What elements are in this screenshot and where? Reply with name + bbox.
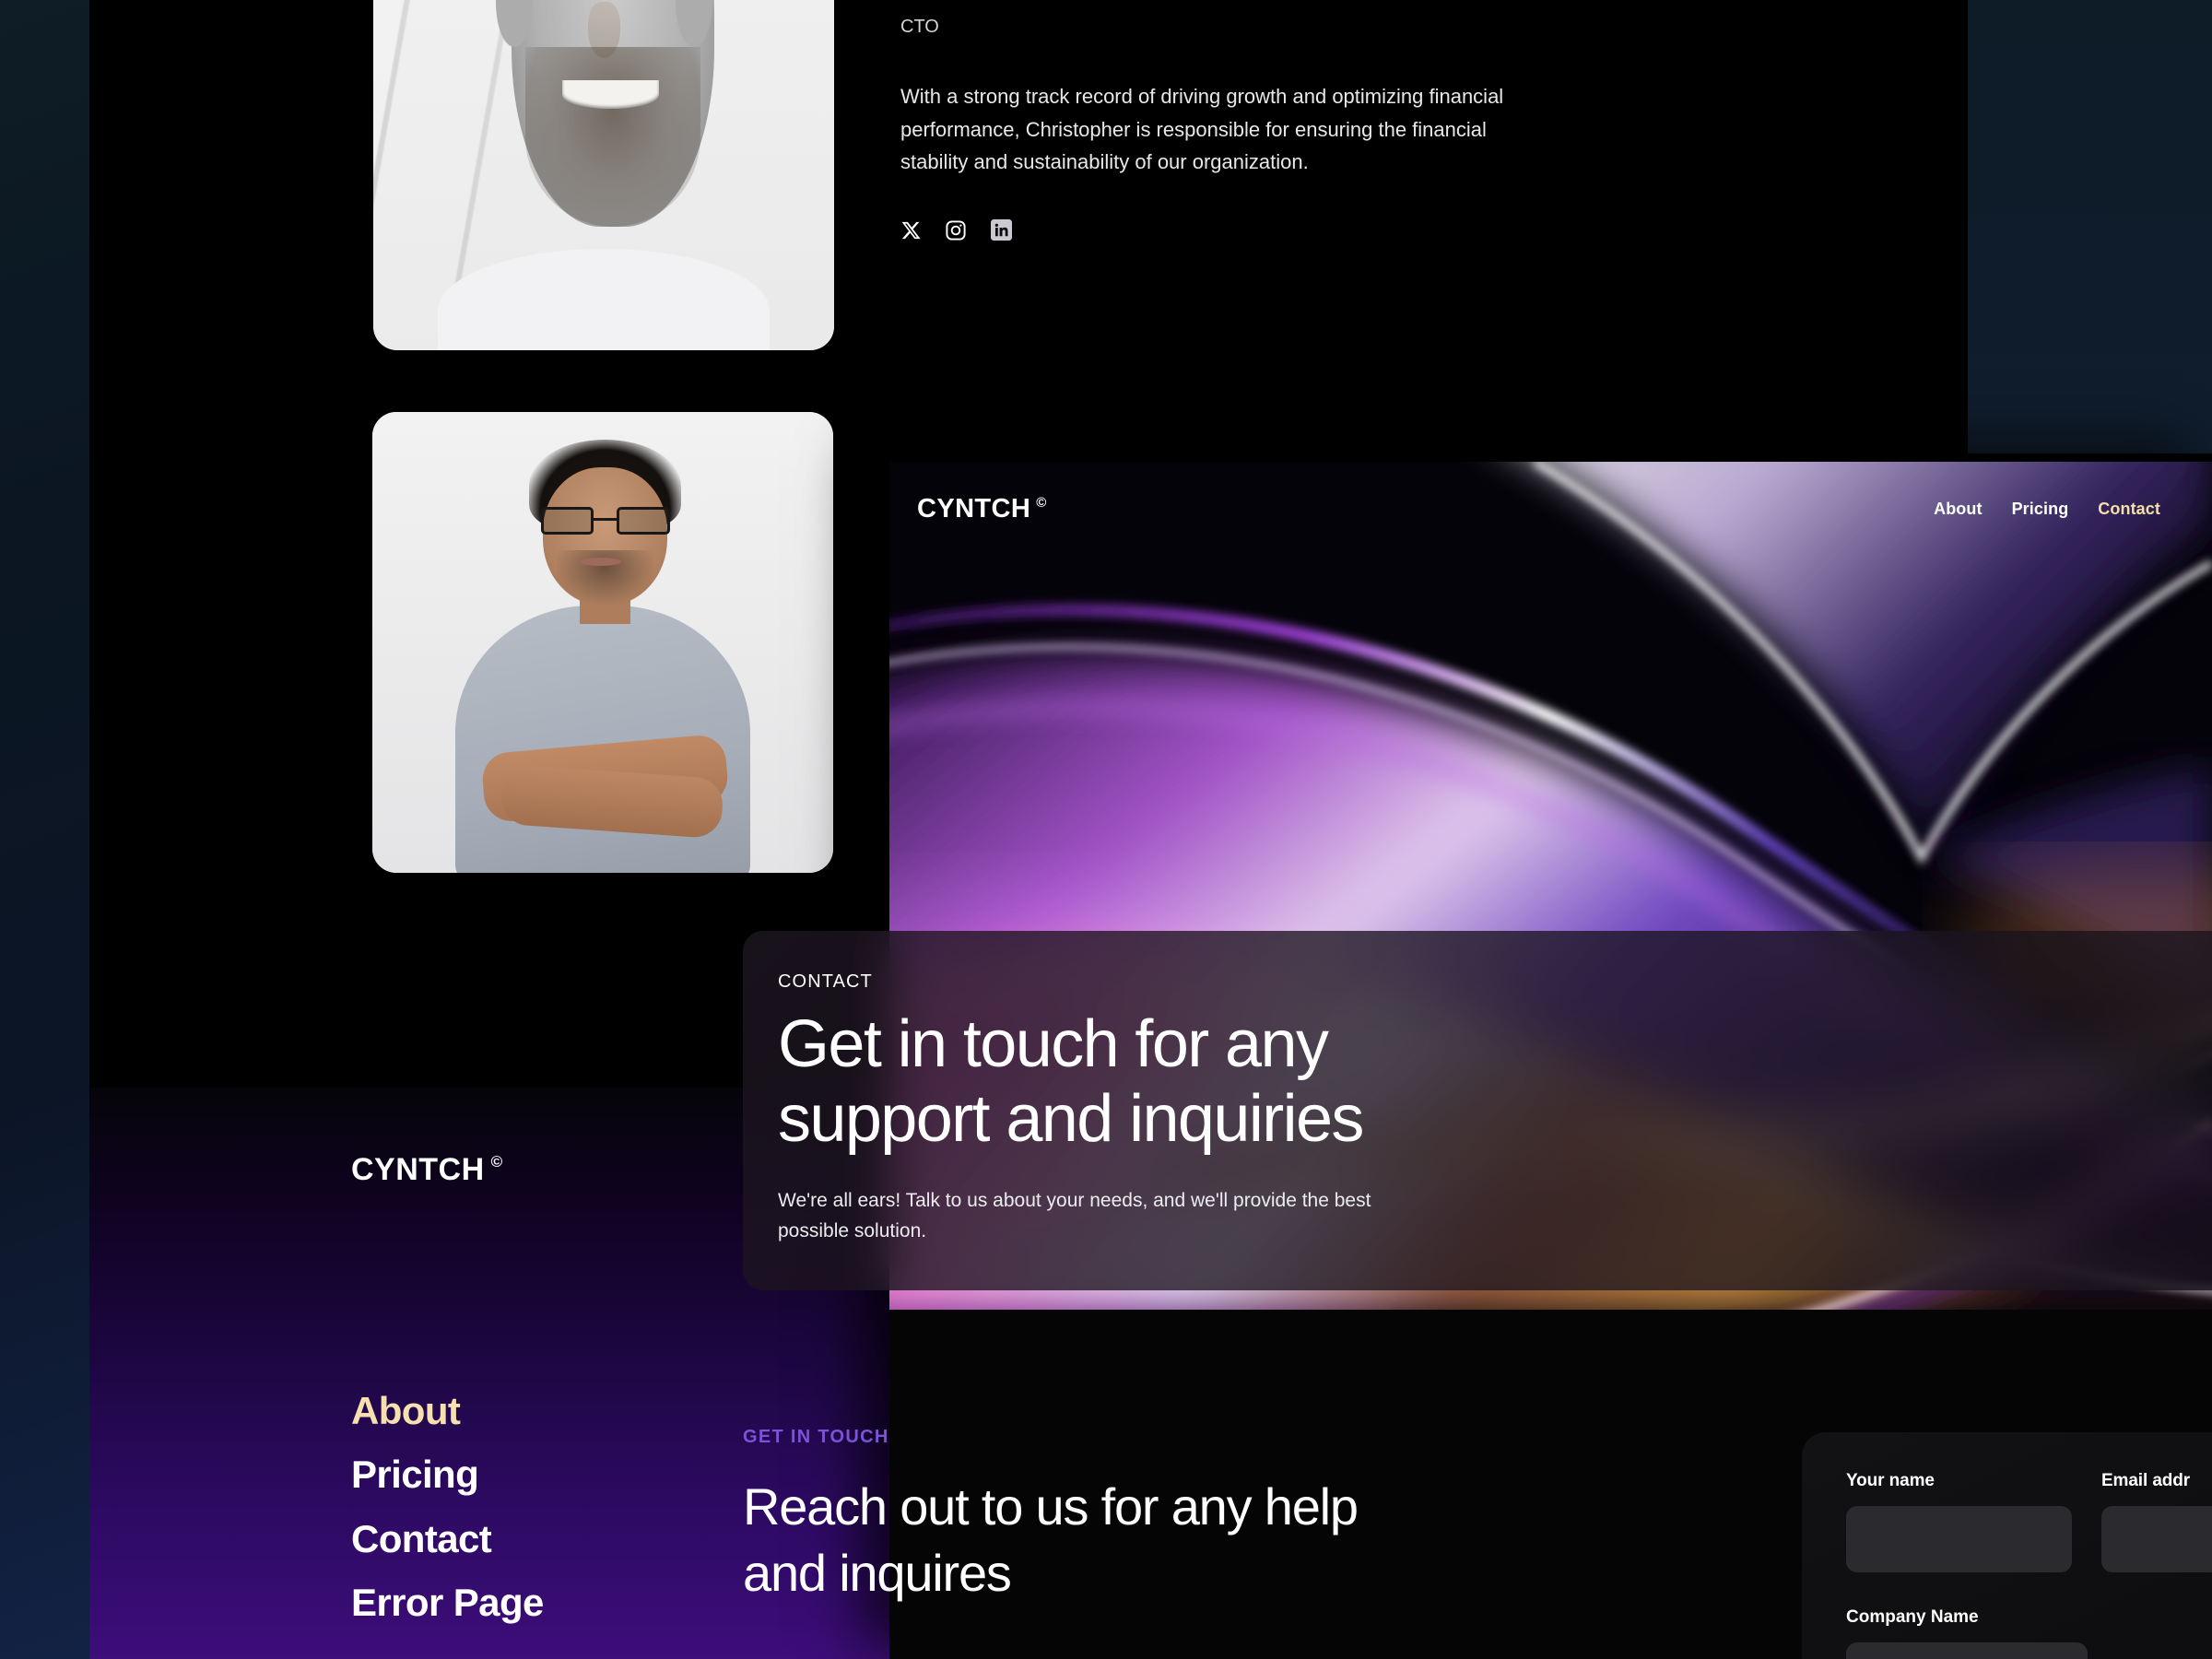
member-description: With a strong track record of driving gr… [900, 85, 1504, 174]
footer-link-contact[interactable]: Contact [351, 1517, 544, 1559]
background-panel-navy [1968, 0, 2212, 453]
field-your-name: Your name [1846, 1471, 2072, 1572]
footer-link-error-page[interactable]: Error Page [351, 1582, 544, 1624]
linkedin-icon[interactable] [991, 219, 1012, 241]
footer-link-about[interactable]: About [351, 1390, 544, 1432]
get-in-touch-title: Reach out to us for any help and inquire… [743, 1477, 1359, 1602]
footer-link-pricing[interactable]: Pricing [351, 1453, 544, 1496]
field-email-address: Email addr [2100, 1471, 2212, 1572]
x-icon[interactable] [900, 220, 921, 241]
footer-nav: About Pricing Contact Error Page [351, 1390, 544, 1624]
brand-name: CYNTCH [917, 493, 1031, 524]
input-email-address[interactable] [2100, 1506, 2212, 1572]
contact-form-card: Your name Email addr Company Name [1802, 1432, 2212, 1659]
contact-page-topbar: CYNTCH © About Pricing Contact [889, 462, 2212, 556]
brand-logo[interactable]: CYNTCH © [917, 494, 1047, 524]
team-member-bio: Adam Curtis CTO With a strong track reco… [900, 0, 1785, 241]
input-company-name[interactable] [1846, 1642, 2088, 1659]
hero-subtitle: We're all ears! Talk to us about your ne… [778, 1189, 1371, 1241]
get-in-touch-section: GET IN TOUCH Reach out to us for any hel… [743, 1427, 1443, 1606]
get-in-touch-eyebrow: GET IN TOUCH [743, 1427, 889, 1447]
member-social-links [900, 219, 1785, 241]
member-role: CTO [900, 17, 939, 37]
form-row-top: Your name Email addr [1846, 1471, 2212, 1572]
label-company-name: Company Name [1846, 1607, 1979, 1627]
footer-logo-text: CYNTCH [351, 1152, 485, 1187]
primary-nav: About Pricing Contact [1934, 500, 2160, 519]
contact-hero-card: CONTACT Get in touch for any support and… [743, 931, 2212, 1291]
instagram-icon[interactable] [945, 219, 967, 241]
hero-title: Get in touch for any support and inquiri… [778, 1007, 1364, 1157]
footer-logo[interactable]: CYNTCH © [351, 1152, 503, 1188]
footer-copyright-mark: © [490, 1153, 503, 1171]
team-photo-secondary [372, 412, 833, 873]
input-your-name[interactable] [1846, 1506, 2072, 1572]
hero-eyebrow: CONTACT [778, 971, 873, 992]
nav-link-pricing[interactable]: Pricing [2012, 500, 2069, 519]
label-email-address: Email addr [2100, 1471, 2191, 1490]
label-your-name: Your name [1846, 1471, 1935, 1490]
screenshot-stage: Adam Curtis CTO With a strong track reco… [0, 0, 2212, 1659]
team-photo-primary [373, 0, 834, 350]
nav-link-about[interactable]: About [1934, 500, 1982, 519]
brand-copyright-mark: © [1036, 494, 1047, 511]
nav-link-contact[interactable]: Contact [2098, 500, 2160, 519]
